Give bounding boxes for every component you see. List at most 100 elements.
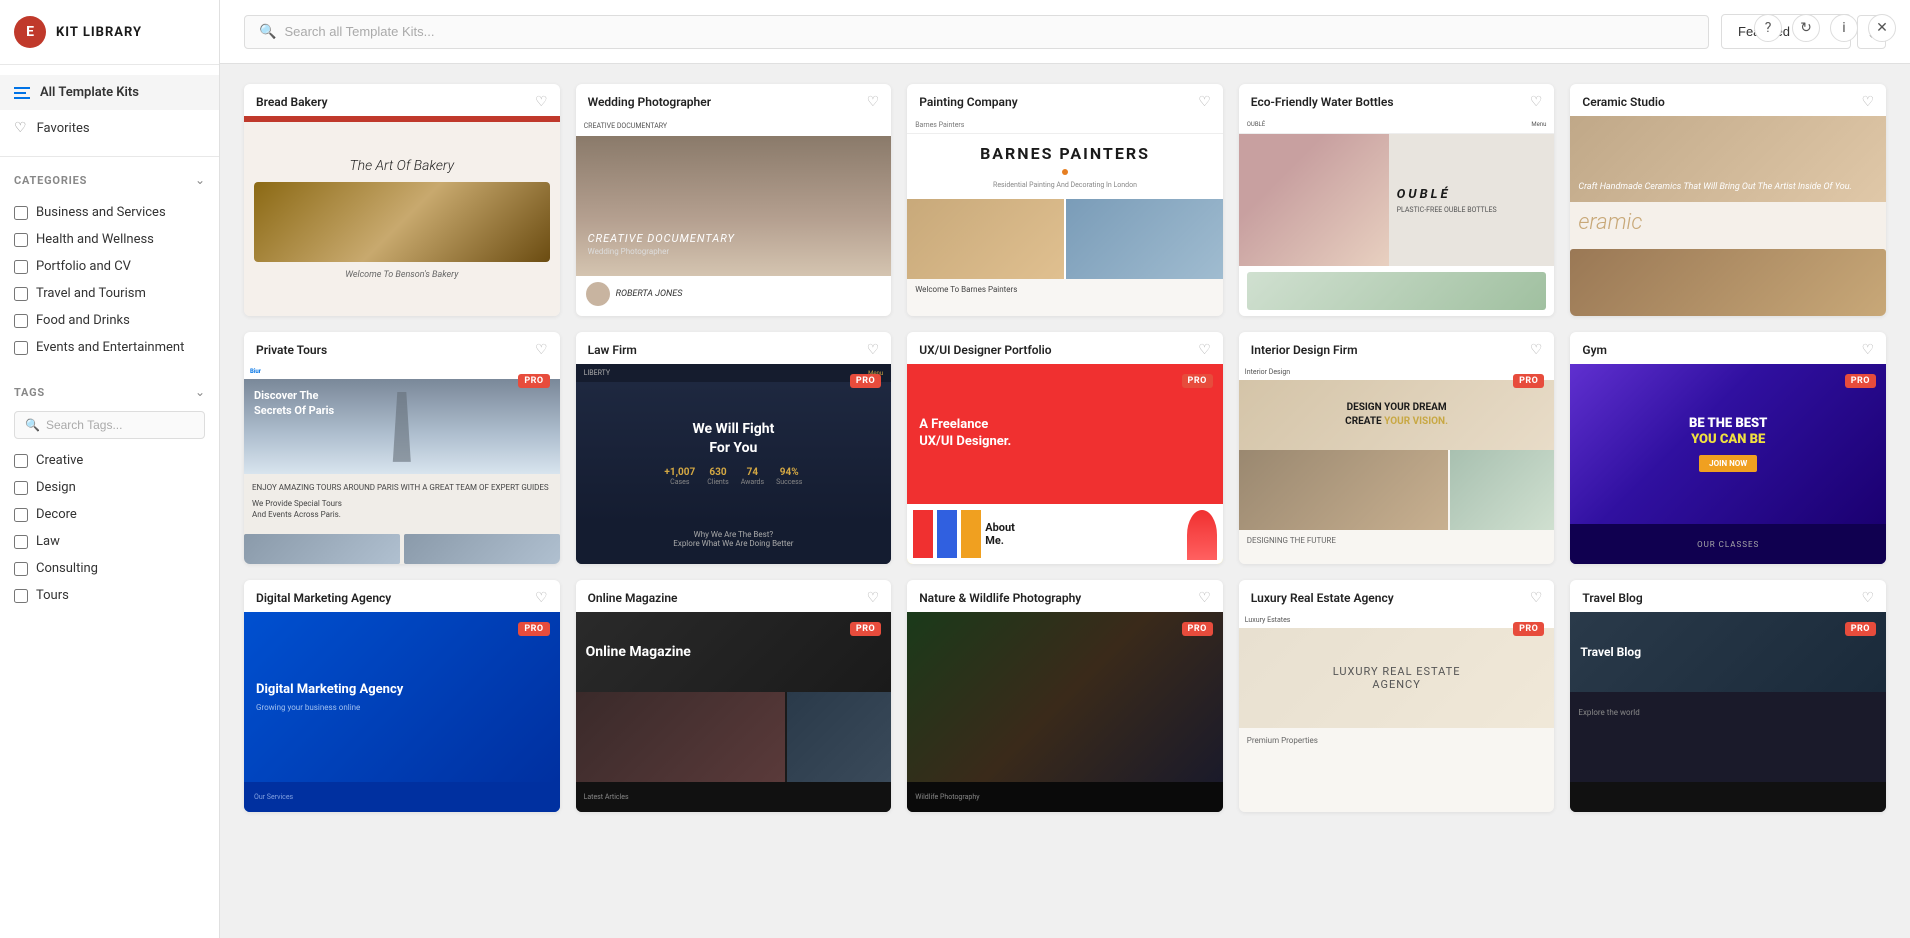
refresh-button[interactable]: ↻ bbox=[1792, 14, 1820, 42]
sidebar-navigation: All Template Kits ♡ Favorites bbox=[0, 65, 219, 157]
category-label: Business and Services bbox=[36, 205, 166, 220]
close-button[interactable]: ✕ bbox=[1868, 14, 1896, 42]
tag-item[interactable]: Design bbox=[14, 474, 205, 501]
template-card[interactable]: Travel Blog ♡ Travel BlogExplore the wor… bbox=[1570, 580, 1886, 812]
category-item[interactable]: Food and Drinks bbox=[14, 307, 205, 334]
categories-chevron-icon[interactable]: ⌄ bbox=[195, 173, 205, 187]
pro-badge: PRO bbox=[518, 622, 549, 636]
tags-chevron-icon[interactable]: ⌄ bbox=[195, 385, 205, 399]
tag-label: Consulting bbox=[36, 561, 98, 576]
tag-item[interactable]: Creative bbox=[14, 447, 205, 474]
category-label: Health and Wellness bbox=[36, 232, 154, 247]
favorite-icon[interactable]: ♡ bbox=[867, 590, 880, 606]
template-card[interactable]: Luxury Real Estate Agency ♡ Luxury Estat… bbox=[1239, 580, 1555, 812]
category-item[interactable]: Events and Entertainment bbox=[14, 334, 205, 361]
search-input[interactable] bbox=[284, 24, 1694, 39]
card-title: Law Firm bbox=[588, 343, 637, 357]
template-card[interactable]: Digital Marketing Agency ♡ Digital Marke… bbox=[244, 580, 560, 812]
card-title: Travel Blog bbox=[1582, 591, 1642, 605]
tags-list: CreativeDesign Decore Law Consulting Tours bbox=[14, 447, 205, 609]
favorite-icon[interactable]: ♡ bbox=[1861, 94, 1874, 110]
favorite-icon[interactable]: ♡ bbox=[867, 94, 880, 110]
template-card[interactable]: Nature & Wildlife Photography ♡ Wildlife… bbox=[907, 580, 1223, 812]
category-label: Travel and Tourism bbox=[36, 286, 146, 301]
nav-all-templates-label: All Template Kits bbox=[40, 85, 139, 100]
pro-badge: PRO bbox=[518, 374, 549, 388]
card-thumbnail: Craft Handmade Ceramics That Will Bring … bbox=[1570, 116, 1886, 316]
category-item[interactable]: Business and Services bbox=[14, 199, 205, 226]
menu-icon bbox=[14, 87, 30, 99]
favorite-icon[interactable]: ♡ bbox=[1198, 342, 1211, 358]
template-card[interactable]: Interior Design Firm ♡ Interior DesignDE… bbox=[1239, 332, 1555, 564]
sidebar-header: E KIT LIBRARY bbox=[0, 0, 219, 65]
card-header: Private Tours ♡ bbox=[244, 332, 560, 364]
card-header: Eco-Friendly Water Bottles ♡ bbox=[1239, 84, 1555, 116]
card-title: Wedding Photographer bbox=[588, 95, 711, 109]
template-card[interactable]: Gym ♡ BE THE BESTYOU CAN BEJOIN NOWOUR C… bbox=[1570, 332, 1886, 564]
tag-item[interactable]: Decore bbox=[14, 501, 205, 528]
top-right-controls: ? ↻ i ✕ bbox=[1754, 14, 1896, 42]
tags-search-input[interactable] bbox=[46, 418, 194, 432]
tags-search-box[interactable]: 🔍 bbox=[14, 411, 205, 439]
category-item[interactable]: Health and Wellness bbox=[14, 226, 205, 253]
top-bar: 🔍 Featured Newest Popular ↓ bbox=[220, 0, 1910, 64]
card-header: UX/UI Designer Portfolio ♡ bbox=[907, 332, 1223, 364]
card-thumbnail: OUBLÉMenuOUBLÉPLASTIC-FREE OUBLE BOTTLES bbox=[1239, 116, 1555, 316]
template-card[interactable]: Online Magazine ♡ Online MagazineLatest … bbox=[576, 580, 892, 812]
card-thumbnail: LIBERTYMenuWe Will FightFor You+1,007Cas… bbox=[576, 364, 892, 564]
nav-favorites[interactable]: ♡ Favorites bbox=[0, 110, 219, 146]
info-icon: i bbox=[1842, 20, 1845, 36]
card-header: Ceramic Studio ♡ bbox=[1570, 84, 1886, 116]
help-button[interactable]: ? bbox=[1754, 14, 1782, 42]
card-header: Luxury Real Estate Agency ♡ bbox=[1239, 580, 1555, 612]
card-title: Interior Design Firm bbox=[1251, 343, 1358, 357]
tag-item[interactable]: Consulting bbox=[14, 555, 205, 582]
favorite-icon[interactable]: ♡ bbox=[1530, 342, 1543, 358]
info-button[interactable]: i bbox=[1830, 14, 1858, 42]
card-header: Painting Company ♡ bbox=[907, 84, 1223, 116]
card-title: Painting Company bbox=[919, 95, 1017, 109]
favorite-icon[interactable]: ♡ bbox=[1198, 94, 1211, 110]
card-title: UX/UI Designer Portfolio bbox=[919, 343, 1051, 357]
card-thumbnail: Luxury EstatesLUXURY REAL ESTATEAGENCYPr… bbox=[1239, 612, 1555, 812]
template-card[interactable]: Painting Company ♡ Barnes PaintersBARNES… bbox=[907, 84, 1223, 316]
tags-header: TAGS ⌄ bbox=[14, 385, 205, 399]
tag-label: Tours bbox=[36, 588, 69, 603]
favorite-icon[interactable]: ♡ bbox=[1861, 590, 1874, 606]
tag-label: Decore bbox=[36, 507, 77, 522]
favorite-icon[interactable]: ♡ bbox=[535, 94, 548, 110]
card-thumbnail: The Art Of BakeryWelcome To Benson's Bak… bbox=[244, 116, 560, 316]
card-title: Eco-Friendly Water Bottles bbox=[1251, 95, 1394, 109]
template-card[interactable]: Eco-Friendly Water Bottles ♡ OUBLÉMenuOU… bbox=[1239, 84, 1555, 316]
main-content: ? ↻ i ✕ 🔍 Featured Newest Popular ↓ bbox=[220, 0, 1910, 938]
tag-item[interactable]: Law bbox=[14, 528, 205, 555]
template-card[interactable]: Wedding Photographer ♡ CREATIVE DOCUMENT… bbox=[576, 84, 892, 316]
favorite-icon[interactable]: ♡ bbox=[1530, 94, 1543, 110]
card-title: Luxury Real Estate Agency bbox=[1251, 591, 1394, 605]
favorite-icon[interactable]: ♡ bbox=[1861, 342, 1874, 358]
template-card[interactable]: Law Firm ♡ LIBERTYMenuWe Will FightFor Y… bbox=[576, 332, 892, 564]
nav-all-templates[interactable]: All Template Kits bbox=[0, 75, 219, 110]
tag-label: Law bbox=[36, 534, 60, 549]
tags-section: TAGS ⌄ 🔍 CreativeDesign Decore Law Consulti… bbox=[0, 369, 219, 617]
category-item[interactable]: Travel and Tourism bbox=[14, 280, 205, 307]
favorite-icon[interactable]: ♡ bbox=[535, 342, 548, 358]
favorite-icon[interactable]: ♡ bbox=[1530, 590, 1543, 606]
template-card[interactable]: UX/UI Designer Portfolio ♡ A FreelanceUX… bbox=[907, 332, 1223, 564]
favorite-icon[interactable]: ♡ bbox=[535, 590, 548, 606]
template-card[interactable]: Ceramic Studio ♡ Craft Handmade Ceramics… bbox=[1570, 84, 1886, 316]
favorite-icon[interactable]: ♡ bbox=[1198, 590, 1211, 606]
template-card[interactable]: Bread Bakery ♡ The Art Of BakeryWelcome … bbox=[244, 84, 560, 316]
template-card[interactable]: Private Tours ♡ BiurDiscover TheSecrets … bbox=[244, 332, 560, 564]
tags-title: TAGS bbox=[14, 386, 45, 399]
pro-badge: PRO bbox=[1513, 622, 1544, 636]
favorite-icon[interactable]: ♡ bbox=[867, 342, 880, 358]
card-header: Gym ♡ bbox=[1570, 332, 1886, 364]
card-thumbnail: Interior DesignDESIGN YOUR DREAMCREATE Y… bbox=[1239, 364, 1555, 564]
category-item[interactable]: Portfolio and CV bbox=[14, 253, 205, 280]
search-box[interactable]: 🔍 bbox=[244, 15, 1709, 49]
nav-favorites-label: Favorites bbox=[37, 121, 90, 136]
tag-item[interactable]: Tours bbox=[14, 582, 205, 609]
card-header: Nature & Wildlife Photography ♡ bbox=[907, 580, 1223, 612]
card-thumbnail: Online MagazineLatest Articles PRO bbox=[576, 612, 892, 812]
